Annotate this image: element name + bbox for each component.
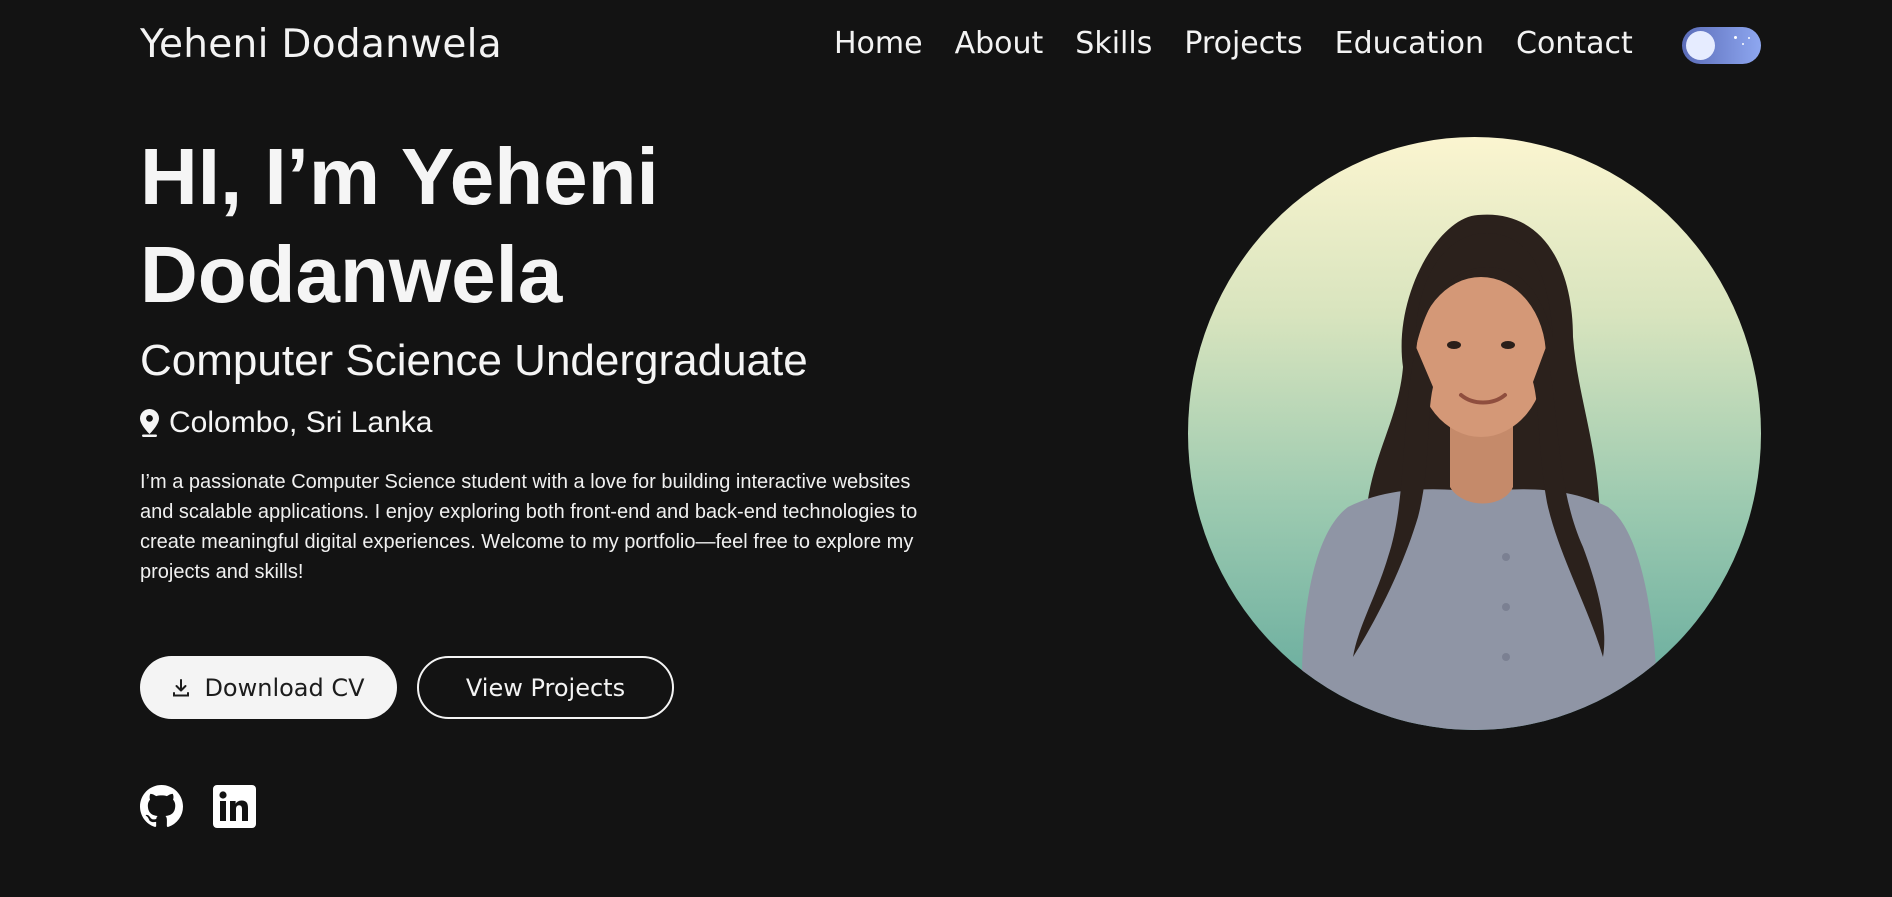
hero-title-line2: Dodanwela xyxy=(140,230,563,319)
nav-skills[interactable]: Skills xyxy=(1075,26,1152,61)
linkedin-icon xyxy=(213,785,256,828)
toggle-knob xyxy=(1686,31,1715,60)
hero-title: HI, I’m Yeheni Dodanwela xyxy=(140,128,900,324)
nav-about[interactable]: About xyxy=(955,26,1044,61)
site-brand[interactable]: Yeheni Dodanwela xyxy=(140,22,502,67)
person-silhouette xyxy=(1301,214,1658,730)
star-icon xyxy=(1742,43,1744,45)
portfolio-page: Yeheni Dodanwela Home About Skills Proje… xyxy=(0,0,1892,897)
download-cv-button[interactable]: Download CV xyxy=(140,656,397,719)
github-icon xyxy=(140,785,183,827)
nav-contact[interactable]: Contact xyxy=(1516,26,1633,61)
theme-toggle[interactable] xyxy=(1682,27,1761,64)
download-cv-label: Download CV xyxy=(204,673,365,702)
view-projects-button[interactable]: View Projects xyxy=(417,656,674,719)
location: Colombo, Sri Lanka xyxy=(140,406,432,440)
bio-text: I’m a passionate Computer Science studen… xyxy=(140,471,918,583)
location-pin-icon xyxy=(140,409,159,437)
view-projects-label: View Projects xyxy=(465,673,626,702)
hero-subtitle: Computer Science Undergraduate xyxy=(140,336,808,385)
linkedin-link[interactable] xyxy=(213,785,256,828)
location-text: Colombo, Sri Lanka xyxy=(169,406,433,439)
nav-projects[interactable]: Projects xyxy=(1184,26,1302,61)
hero-title-line1: HI, I’m Yeheni xyxy=(140,132,659,221)
star-icon xyxy=(1734,36,1737,39)
nav-education[interactable]: Education xyxy=(1335,26,1484,61)
download-icon xyxy=(173,678,190,696)
star-icon xyxy=(1748,37,1750,39)
github-link[interactable] xyxy=(140,785,183,828)
profile-photo xyxy=(1188,137,1761,730)
main-nav: Home About Skills Projects Education Con… xyxy=(834,26,1633,61)
nav-home[interactable]: Home xyxy=(834,26,923,61)
